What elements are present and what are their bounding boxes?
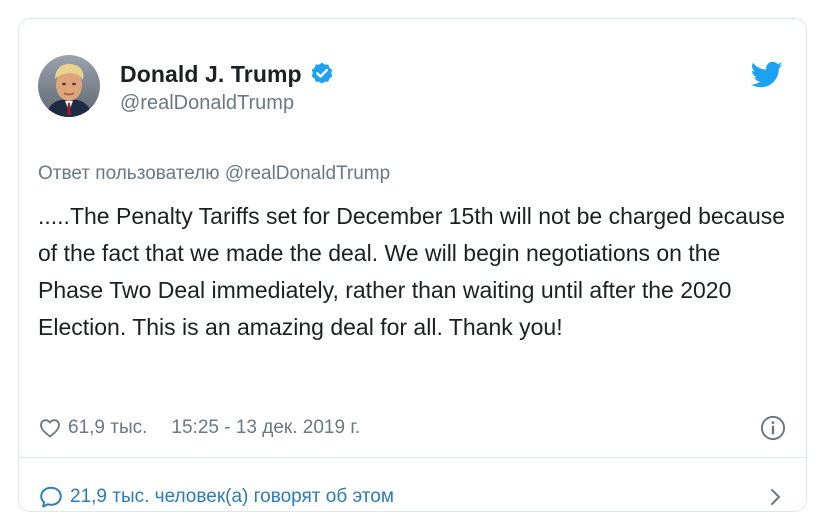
tweet-card[interactable]: Donald J. Trump @realDonaldTrump Ответ п… [18, 18, 807, 512]
tweet-header: Donald J. Trump @realDonaldTrump [38, 55, 787, 119]
avatar[interactable] [38, 55, 100, 117]
author-handle[interactable]: @realDonaldTrump [120, 92, 335, 115]
speech-bubble-icon [38, 484, 64, 510]
like-count[interactable]: 61,9 тыс. [68, 417, 147, 439]
verified-badge-icon [309, 61, 335, 87]
tweet-text: .....The Penalty Tariffs set for Decembe… [38, 203, 786, 340]
author-name-row: Donald J. Trump [120, 57, 335, 91]
tweet-meta: 61,9 тыс. 15:25 - 13 дек. 2019 г. [38, 412, 787, 444]
discussion-link[interactable]: 21,9 тыс. человек(а) говорят об этом [70, 486, 394, 508]
tweet-timestamp[interactable]: 15:25 - 13 дек. 2019 г. [171, 417, 360, 439]
tweet-footer[interactable]: 21,9 тыс. человек(а) говорят об этом [38, 481, 787, 513]
heart-icon[interactable] [38, 416, 62, 440]
chevron-right-icon[interactable] [763, 485, 787, 509]
author-block: Donald J. Trump @realDonaldTrump [120, 57, 335, 115]
avatar-image [38, 55, 100, 117]
author-name[interactable]: Donald J. Trump [120, 61, 302, 88]
twitter-bird-icon[interactable] [750, 61, 783, 89]
info-icon[interactable] [759, 414, 787, 442]
footer-divider [19, 457, 806, 458]
reply-context[interactable]: Ответ пользователю @realDonaldTrump [38, 163, 390, 185]
